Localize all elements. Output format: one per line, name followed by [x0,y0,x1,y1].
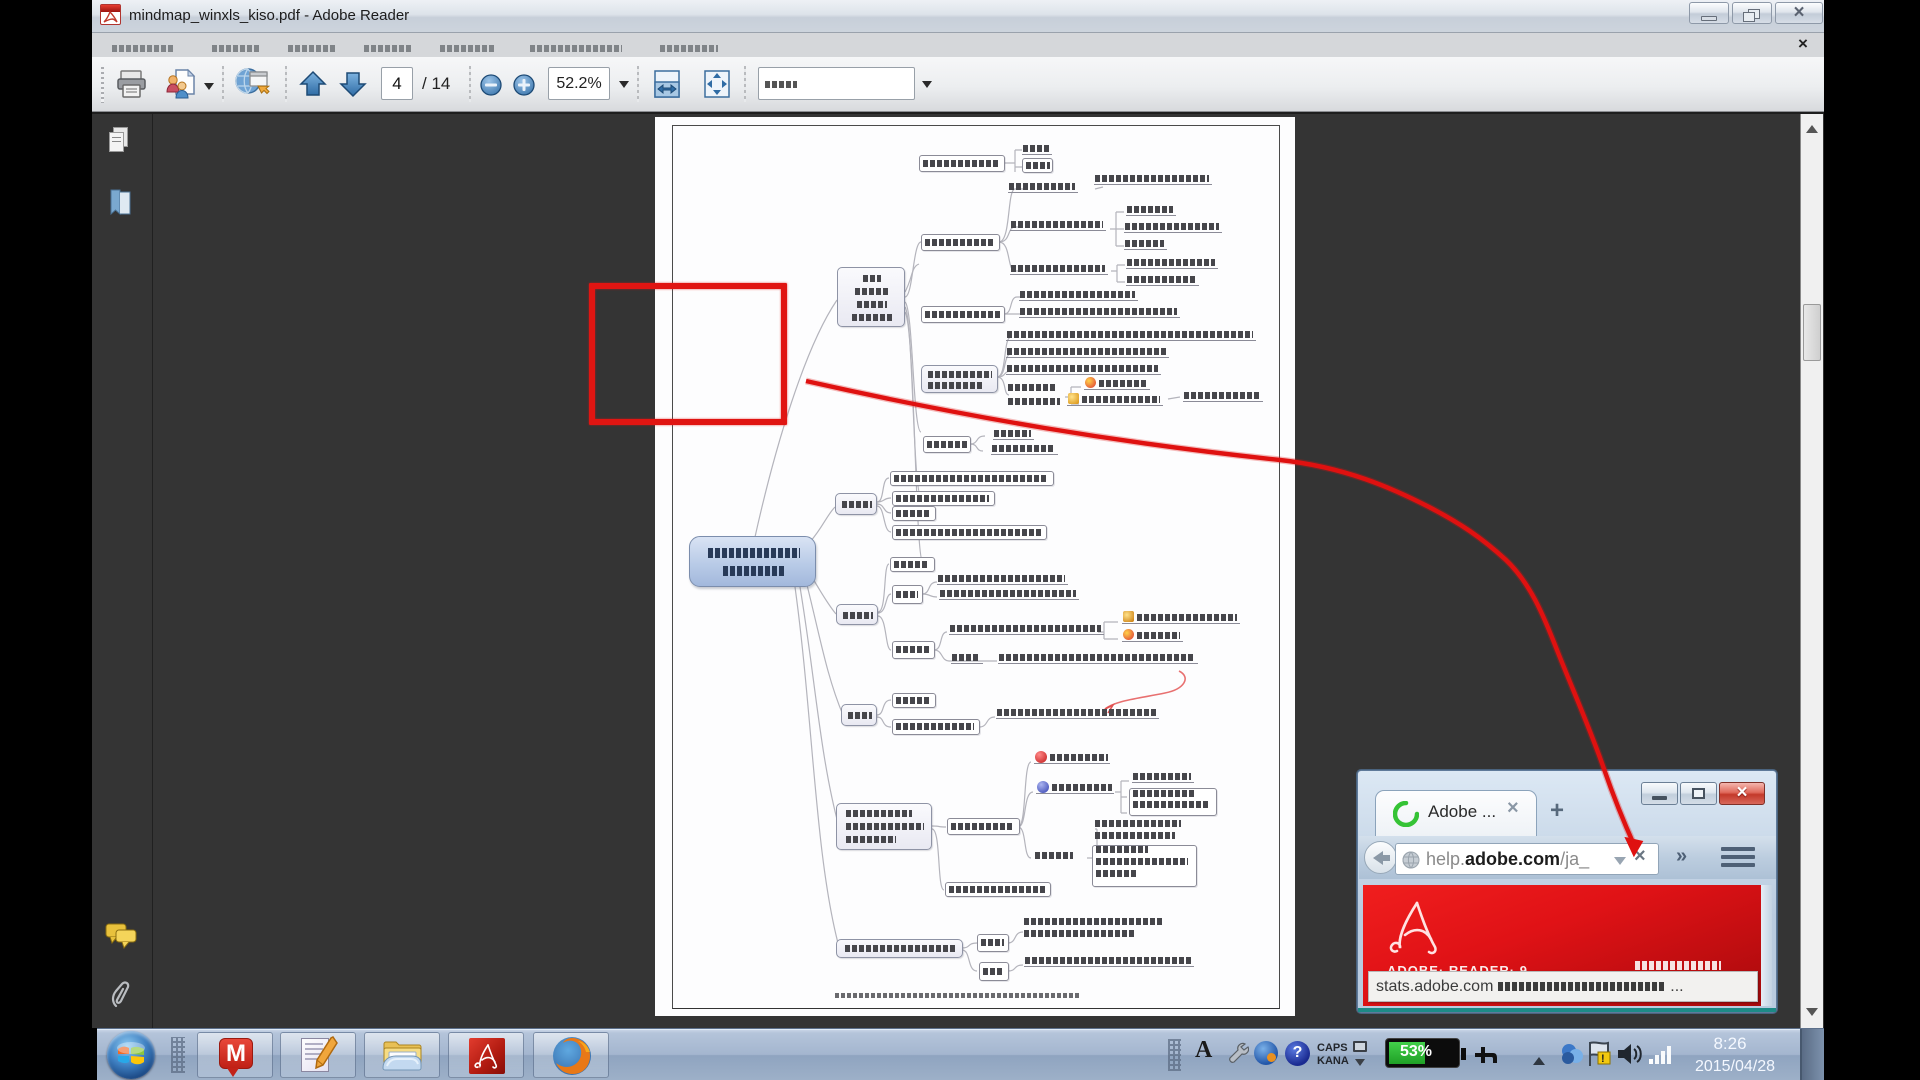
svg-text:!: ! [1601,1053,1605,1065]
